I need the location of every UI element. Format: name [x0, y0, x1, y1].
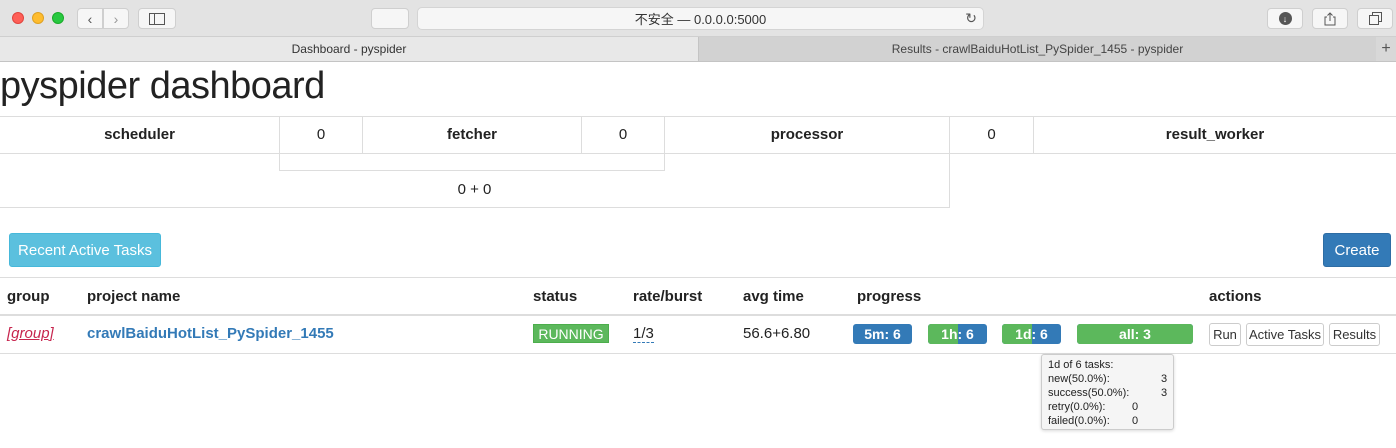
download-icon: ↓: [1278, 12, 1292, 25]
tooltip-value: 0: [1132, 415, 1139, 427]
col-header-project-name[interactable]: project name: [87, 288, 180, 305]
col-header-actions: actions: [1209, 288, 1262, 305]
progress-1h-label: 1h: 6: [941, 326, 974, 342]
col-header-avg-time[interactable]: avg time: [743, 288, 804, 305]
blank-toolbar-button[interactable]: [371, 8, 409, 29]
col-header-group[interactable]: group: [7, 288, 50, 305]
browser-toolbar: ‹ › 不安全 — 0.0.0.0:5000 ↻ ↓: [0, 0, 1396, 37]
recent-active-tasks-button[interactable]: Recent Active Tasks: [9, 233, 161, 267]
sidebar-icon: [149, 12, 165, 25]
progress-5m-label: 5m: 6: [864, 326, 901, 342]
project-name-link[interactable]: crawlBaiduHotList_PySpider_1455: [87, 325, 334, 342]
col-header-rate-burst[interactable]: rate/burst: [633, 288, 702, 305]
tooltip-value: 3: [1161, 373, 1168, 385]
fetcher-processor-queue: 0: [618, 126, 628, 143]
zoom-window-button[interactable]: [52, 12, 64, 24]
progress-1d-bar[interactable]: 1d: 6: [1002, 324, 1061, 344]
tooltip-value: 3: [1161, 387, 1168, 399]
col-header-progress[interactable]: progress: [857, 288, 921, 305]
run-button[interactable]: Run: [1209, 323, 1241, 346]
create-project-button[interactable]: Create: [1323, 233, 1391, 267]
active-tasks-button[interactable]: Active Tasks: [1246, 323, 1324, 346]
chevron-left-icon: ‹: [87, 10, 93, 27]
tooltip-title: 1d of 6 tasks:: [1048, 359, 1114, 371]
project-status-badge[interactable]: RUNNING: [533, 324, 609, 343]
minimize-window-button[interactable]: [32, 12, 44, 24]
table-header-divider: [0, 314, 1396, 316]
tooltip-row-retry: retry(0.0%): 0: [1048, 400, 1167, 414]
table-border: [0, 353, 1396, 354]
tabs-icon: [1368, 12, 1382, 25]
col-header-status[interactable]: status: [533, 288, 577, 305]
tooltip-label: retry(0.0%):: [1048, 401, 1106, 413]
tooltip-row-failed: failed(0.0%): 0: [1048, 414, 1167, 428]
tooltip-row-success: success(50.0%): 3: [1048, 386, 1167, 400]
tooltip-value: 0: [1132, 401, 1139, 413]
progress-all-bar[interactable]: all: 3: [1077, 324, 1193, 344]
tooltip-label: new(50.0%):: [1048, 373, 1110, 385]
new-tab-button[interactable]: +: [1376, 37, 1396, 61]
scheduler-label: scheduler: [104, 126, 175, 143]
back-button[interactable]: ‹: [77, 8, 103, 29]
progress-all-label: all: 3: [1119, 326, 1151, 342]
project-rate-burst[interactable]: 1/3: [633, 325, 654, 343]
queue-stats-table: scheduler 0 fetcher 0 processor 0 result…: [0, 116, 1396, 208]
processor-result-queue: 0: [987, 126, 996, 143]
share-button[interactable]: [1312, 8, 1348, 29]
results-button[interactable]: Results: [1329, 323, 1380, 346]
tab-results[interactable]: Results - crawlBaiduHotList_PySpider_145…: [699, 37, 1376, 61]
tooltip-label: success(50.0%):: [1048, 387, 1130, 399]
show-tabs-button[interactable]: [1357, 8, 1393, 29]
project-group-link[interactable]: [group]: [7, 325, 54, 342]
address-bar[interactable]: 不安全 — 0.0.0.0:5000 ↻: [417, 7, 984, 30]
chevron-right-icon: ›: [113, 10, 119, 27]
progress-5m-bar[interactable]: 5m: 6: [853, 324, 912, 344]
progress-1d-label: 1d: 6: [1015, 326, 1048, 342]
reload-icon[interactable]: ↻: [965, 10, 977, 27]
processor-label: processor: [770, 126, 844, 143]
url-text: 不安全 — 0.0.0.0:5000: [634, 12, 767, 27]
rate-burst-value[interactable]: 1/3: [633, 325, 654, 343]
share-icon: [1324, 11, 1336, 25]
sidebar-toggle-button[interactable]: [138, 8, 176, 29]
scheduler-fetcher-queue: 0: [316, 126, 326, 143]
tooltip-label: failed(0.0%):: [1048, 415, 1110, 427]
tab-bar: Dashboard - pyspider Results - crawlBaid…: [0, 37, 1396, 62]
table-border: [0, 277, 1396, 278]
progress-tooltip: 1d of 6 tasks: new(50.0%): 3 success(50.…: [1041, 354, 1174, 430]
downloads-button[interactable]: ↓: [1267, 8, 1303, 29]
project-avg-time: 56.6+6.80: [743, 325, 811, 342]
result-worker-label: result_worker: [1165, 126, 1265, 143]
forward-button[interactable]: ›: [103, 8, 129, 29]
page-title: pyspider dashboard: [0, 65, 325, 107]
tab-dashboard[interactable]: Dashboard - pyspider: [0, 37, 699, 61]
fetcher-label: fetcher: [446, 126, 498, 143]
queue-sum: 0 + 0: [457, 181, 492, 198]
close-window-button[interactable]: [12, 12, 24, 24]
progress-1h-bar[interactable]: 1h: 6: [928, 324, 987, 344]
tooltip-row-new: new(50.0%): 3: [1048, 372, 1167, 386]
